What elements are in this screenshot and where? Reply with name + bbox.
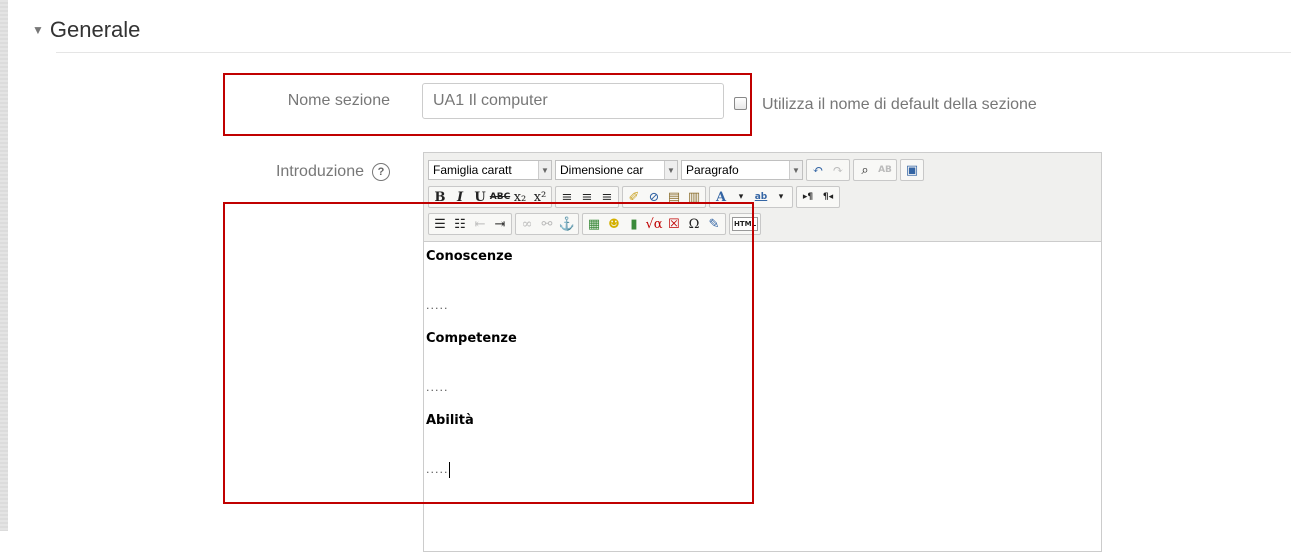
default-name-checkbox-label[interactable]: Utilizza il nome di default della sezion…: [762, 96, 1037, 114]
chevron-down-icon: ▼: [538, 161, 551, 179]
edit-table-icon[interactable]: ✎: [705, 215, 723, 233]
default-name-checkbox[interactable]: [734, 97, 747, 110]
help-icon[interactable]: ?: [372, 163, 390, 181]
intro-label-row: Introduzione ?: [200, 163, 390, 181]
align-right-icon[interactable]: ≡: [598, 188, 616, 206]
font-family-select-value: Famiglia caratt: [433, 163, 512, 177]
chevron-down-icon: ▼: [789, 161, 802, 179]
bullet-list-icon[interactable]: ☰: [431, 215, 449, 233]
align-center-icon[interactable]: ≡: [578, 188, 596, 206]
search-group: ⌕ AB: [853, 159, 897, 181]
section-legend[interactable]: ▼ Generale: [32, 10, 140, 50]
name-label: Nome sezione: [287, 92, 390, 109]
rtl-icon[interactable]: ¶◂: [819, 188, 837, 206]
text-style-group: B I U ABC x₂ x²: [428, 186, 552, 208]
emoticon-icon[interactable]: ☻: [605, 215, 623, 233]
link-group: ∞ ⚯ ⚓: [515, 213, 579, 235]
section-title: Generale: [49, 17, 141, 42]
direction-group: ▸¶ ¶◂: [796, 186, 840, 208]
format-select-value: Paragrafo: [686, 163, 739, 177]
redo-icon[interactable]: ↷: [829, 161, 847, 179]
rich-text-editor[interactable]: Famiglia caratt ▼ Dimensione car ▼ Paragra…: [423, 152, 1102, 552]
align-left-icon[interactable]: ≡: [558, 188, 576, 206]
insert-group: ▦ ☻ ▮ √α ☒ Ω ✎: [582, 213, 726, 235]
image-icon[interactable]: ▦: [585, 215, 603, 233]
highlight-color-icon[interactable]: ab: [752, 188, 770, 206]
anchor-icon[interactable]: ⚓: [558, 215, 576, 233]
strikethrough-icon[interactable]: ABC: [490, 188, 510, 206]
font-family-select[interactable]: Famiglia caratt ▼: [428, 160, 552, 180]
paste-text-icon[interactable]: ▤: [665, 188, 683, 206]
bold-icon[interactable]: B: [431, 188, 449, 206]
font-size-select-value: Dimensione car: [560, 163, 644, 177]
media-icon[interactable]: ▮: [625, 215, 643, 233]
outdent-icon[interactable]: ⇤: [471, 215, 489, 233]
nolink-icon[interactable]: ☒: [665, 215, 683, 233]
intro-label: Introduzione: [275, 163, 364, 180]
content-paragraph: .....: [426, 299, 449, 312]
find-icon[interactable]: ⌕: [856, 161, 874, 179]
left-border-strip: [0, 0, 8, 531]
clean-format-icon[interactable]: ✐: [625, 188, 643, 206]
italic-icon[interactable]: I: [451, 188, 469, 206]
html-source-icon[interactable]: HTML: [732, 217, 758, 231]
legend-divider: [56, 52, 1291, 53]
align-group: ≡ ≡ ≡: [555, 186, 619, 208]
html-group: HTML: [729, 213, 761, 235]
content-heading: Conoscenze: [426, 249, 513, 264]
unlink-icon[interactable]: ⚯: [538, 215, 556, 233]
list-group: ☰ ☷ ⇤ ⇥: [428, 213, 512, 235]
content-heading: Abilità: [426, 413, 474, 428]
paste-word-icon[interactable]: ▥: [685, 188, 703, 206]
content-paragraph: .....: [426, 381, 449, 394]
chevron-down-icon[interactable]: ▾: [732, 188, 750, 206]
numbered-list-icon[interactable]: ☷: [451, 215, 469, 233]
clipboard-group: ✐ ⊘ ▤ ▥: [622, 186, 706, 208]
superscript-icon[interactable]: x²: [531, 188, 549, 206]
font-size-select[interactable]: Dimensione car ▼: [555, 160, 678, 180]
link-icon[interactable]: ∞: [518, 215, 536, 233]
replace-icon[interactable]: AB: [876, 161, 894, 179]
content-heading: Competenze: [426, 331, 517, 346]
chevron-down-icon: ▼: [664, 161, 677, 179]
fullscreen-group: ▣: [900, 159, 924, 181]
color-group: A ▾ ab ▾: [709, 186, 793, 208]
subscript-icon[interactable]: x₂: [511, 188, 529, 206]
undo-icon[interactable]: ↶: [809, 161, 827, 179]
collapse-triangle-icon[interactable]: ▼: [32, 23, 44, 37]
underline-icon[interactable]: U: [471, 188, 489, 206]
section-name-input[interactable]: [422, 83, 724, 119]
indent-icon[interactable]: ⇥: [491, 215, 509, 233]
editor-toolbar: Famiglia caratt ▼ Dimensione car ▼ Paragra…: [424, 153, 1101, 242]
format-select[interactable]: Paragrafo ▼: [681, 160, 803, 180]
fullscreen-icon[interactable]: ▣: [903, 161, 921, 179]
text-caret: [449, 462, 451, 478]
equation-icon[interactable]: √α: [645, 215, 663, 233]
eraser-icon[interactable]: ⊘: [645, 188, 663, 206]
content-paragraph-last: .....: [426, 440, 1099, 492]
editor-content[interactable]: Conoscenze ..... Competenze ..... Abilit…: [424, 242, 1101, 496]
history-group: ↶ ↷: [806, 159, 850, 181]
content-paragraph: .....: [426, 463, 449, 476]
ltr-icon[interactable]: ▸¶: [799, 188, 817, 206]
chevron-down-icon[interactable]: ▾: [772, 188, 790, 206]
text-color-icon[interactable]: A: [712, 188, 730, 206]
special-char-icon[interactable]: Ω: [685, 215, 703, 233]
